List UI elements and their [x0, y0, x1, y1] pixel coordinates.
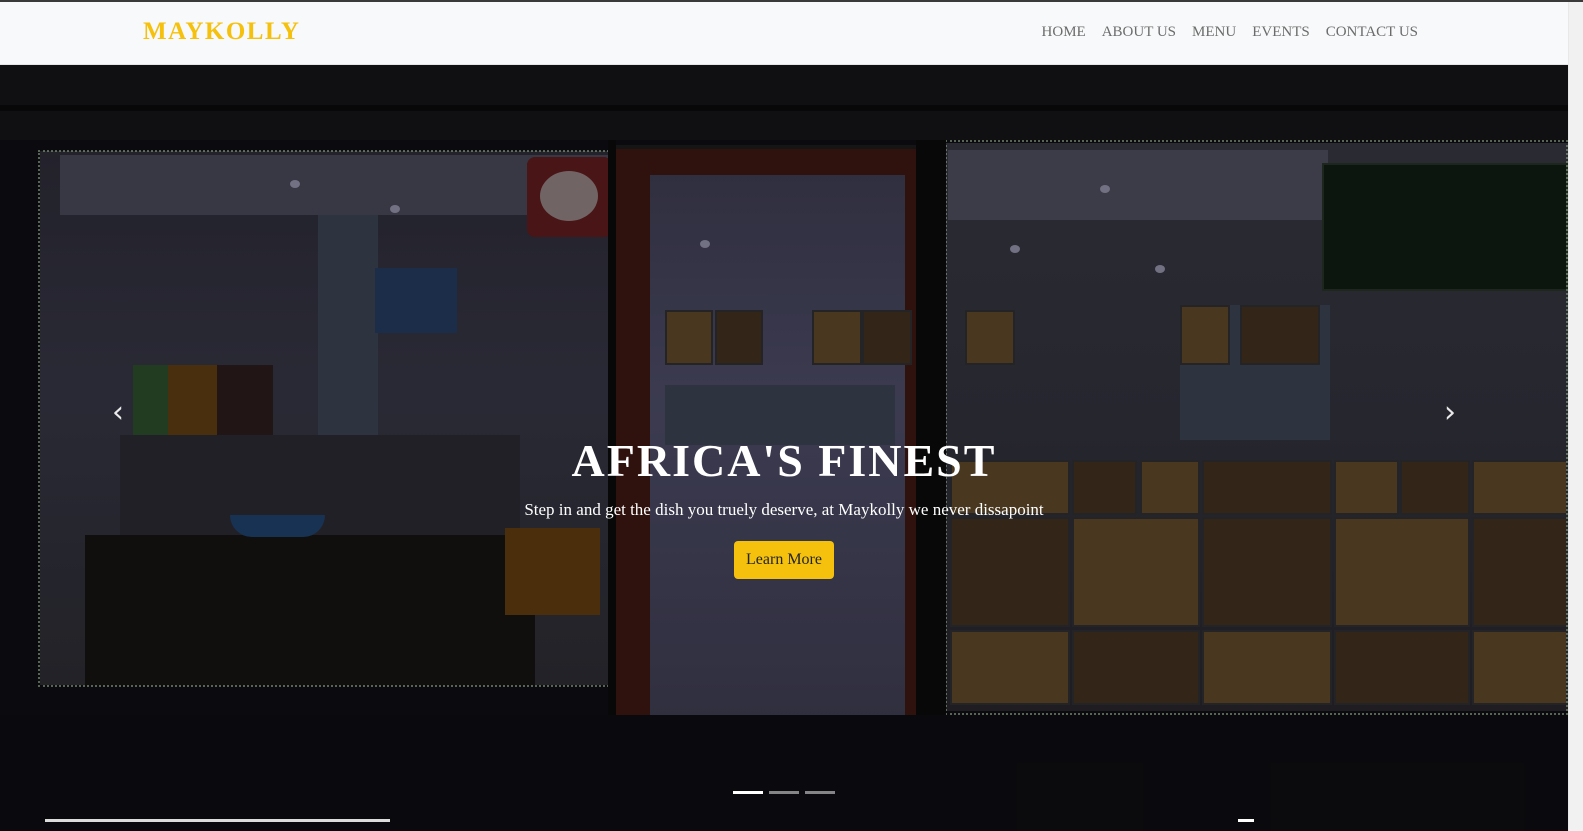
nav-events-link[interactable]: EVENTS [1252, 24, 1310, 41]
carousel-next-icon[interactable]: › [1430, 395, 1470, 431]
carousel-indicator-2[interactable] [769, 791, 799, 794]
page-edge-mark [45, 819, 390, 822]
nav-home-link[interactable]: HOME [1042, 24, 1086, 41]
carousel-indicator-1[interactable] [733, 791, 763, 794]
carousel-indicators [0, 791, 1568, 794]
nav-about-link[interactable]: ABOUT US [1102, 24, 1176, 41]
learn-more-button[interactable]: Learn More [734, 541, 834, 579]
nav-links: HOME ABOUT US MENU EVENTS CONTACT US [1042, 24, 1418, 41]
hero-subtitle: Step in and get the dish you truely dese… [524, 500, 1044, 519]
hero-title: AFRICA'S FINEST [571, 435, 997, 486]
nav-contact-link[interactable]: CONTACT US [1326, 24, 1418, 41]
carousel-prev-icon[interactable]: ‹ [98, 395, 138, 431]
vertical-scrollbar[interactable] [1568, 2, 1583, 831]
hero-caption: AFRICA'S FINEST Step in and get the dish… [0, 433, 1568, 579]
page-edge-mark [1238, 819, 1254, 822]
nav-menu-link[interactable]: MENU [1192, 24, 1236, 41]
hero-carousel: ‹ › AFRICA'S FINEST Step in and get the … [0, 65, 1568, 831]
brand-logo[interactable]: MAYKOLLY [143, 18, 300, 46]
carousel-indicator-3[interactable] [805, 791, 835, 794]
navbar: MAYKOLLY HOME ABOUT US MENU EVENTS CONTA… [0, 2, 1568, 65]
